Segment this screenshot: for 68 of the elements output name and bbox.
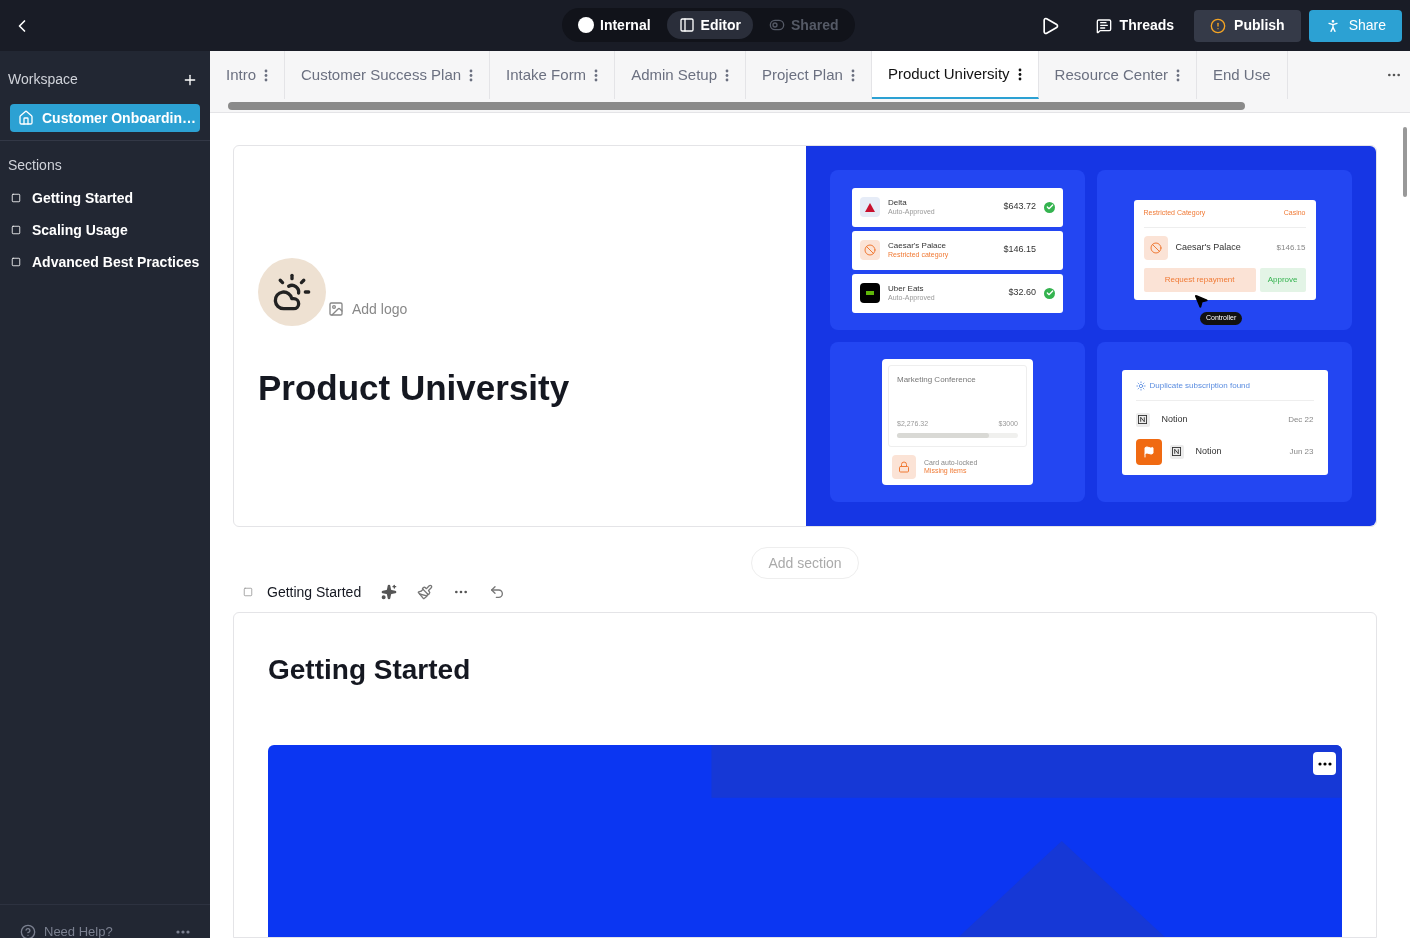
app-logo-icon [860,283,880,303]
kebab-icon [1176,68,1180,82]
section-icon [9,225,23,235]
mode-tab[interactable]: Editor [666,11,754,39]
undo-button[interactable] [489,584,506,600]
undo-icon [489,584,506,600]
section-icon [9,257,23,267]
ban-icon [860,240,880,260]
share-button[interactable]: Share [1308,9,1402,42]
section-title: Getting Started [267,582,362,602]
section-icon [9,193,23,203]
lock-icon [892,454,916,479]
page-tab[interactable]: Product University [871,51,1039,99]
chat-icon [1095,17,1112,34]
kebab-icon [594,68,599,82]
app-logo-icon [1169,444,1184,459]
ban-icon [1143,235,1168,260]
subscription-date: Dec 22 [1288,413,1314,426]
style-button[interactable] [417,584,434,600]
check-icon [1044,287,1055,299]
budget-title: Marketing Conference [897,374,977,387]
subscription-name: Notion [1161,412,1189,426]
help-icon [20,923,36,938]
transaction-amount: $146.15 [1003,243,1036,257]
subscription-date: Jun 23 [1289,445,1314,458]
kebab-icon [1017,67,1022,81]
check-icon [1044,201,1055,213]
kebab-icon [469,68,474,82]
threads-button[interactable]: Threads [1083,15,1187,36]
section-item[interactable]: Advanced Best Practices [0,246,210,278]
section-item[interactable]: Scaling Usage [0,214,210,246]
transaction-amount: $146.15 [1276,241,1306,254]
merchant-name: Caesar's Palace [1175,241,1242,254]
scrollbar-thumb [1403,127,1407,197]
transaction-amount: $643.72 [1003,200,1036,214]
more-icon [1317,761,1332,766]
home-icon [18,110,34,126]
help-link[interactable]: Need Help? [20,901,113,938]
publish-button[interactable]: Publish [1194,9,1301,42]
more-icon [176,929,190,934]
duplicate-title: Duplicate subscription found [1149,379,1250,392]
kebab-icon [264,68,268,82]
page-title: Product University [258,366,571,409]
mode-tab[interactable]: Internal [566,11,663,39]
sections-label: Sections [7,156,63,175]
merchant-name: Caesar's Palace [888,241,947,250]
more-button[interactable] [1313,752,1336,775]
section-item[interactable]: Getting Started [0,182,210,214]
image-icon [328,301,344,318]
transaction-amount: $32.60 [1008,286,1036,300]
brush-icon [417,584,434,600]
section-icon [241,587,255,597]
cursor-icon [1193,293,1209,309]
workspace-item[interactable]: Customer Onboardin… [10,104,200,132]
kebab-icon [725,68,729,82]
flag-icon [1135,438,1162,465]
toggle-icon [769,17,786,33]
triangle-logo-icon [860,197,880,217]
workspace-label: Workspace [8,70,78,89]
merchant-name: Delta [888,198,908,207]
alert-icon [1210,17,1227,34]
app-logo-icon [1135,412,1150,427]
section-heading: Getting Started [268,653,472,687]
subscription-name: Notion [1195,444,1223,458]
panel-icon [678,17,695,33]
add-logo-button[interactable]: Add logo [328,298,408,326]
kebab-icon [850,68,855,82]
merchant-name: Uber Eats [888,284,925,293]
